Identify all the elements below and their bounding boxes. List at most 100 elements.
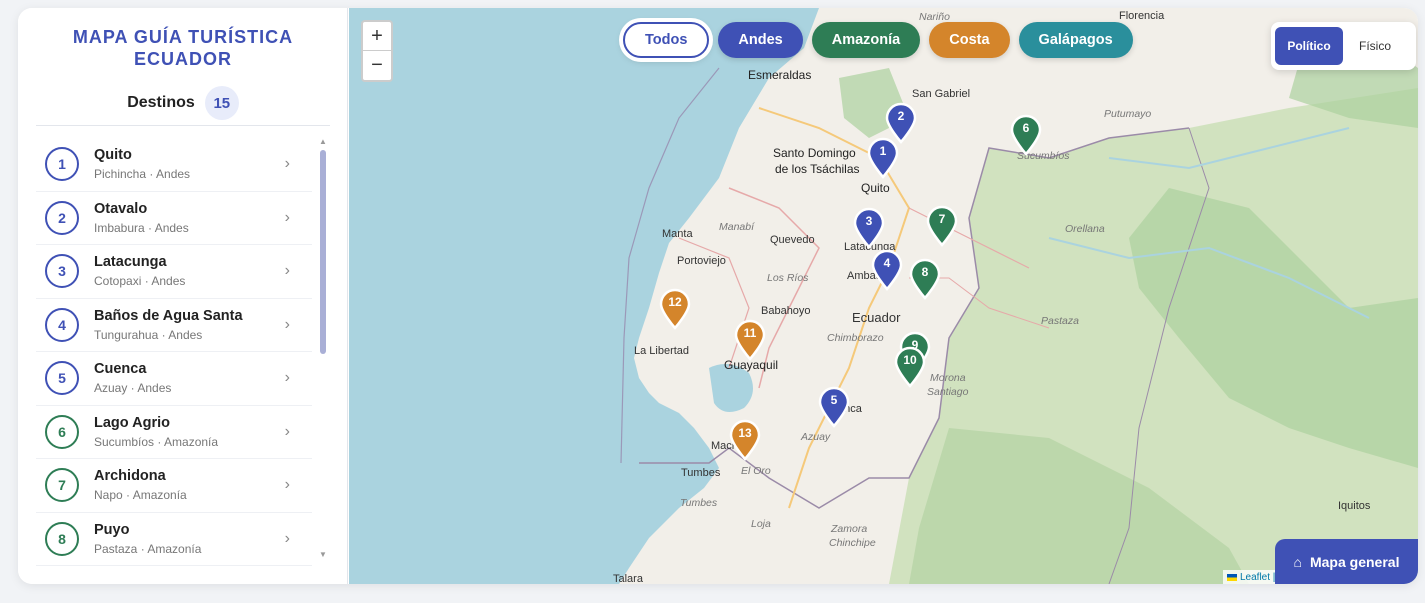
destination-subtitle: Cotopaxi · Andes: [94, 274, 186, 289]
map-type-fisico-button[interactable]: Físico: [1343, 27, 1407, 65]
map-label-quevedo: Quevedo: [770, 234, 815, 246]
filter-todos-button[interactable]: Todos: [623, 22, 710, 58]
filter-costa-button[interactable]: Costa: [929, 22, 1010, 58]
destination-item[interactable]: 1 Quito Pichincha · Andes ›: [36, 138, 312, 192]
scroll-up-arrow[interactable]: ▲: [319, 138, 327, 146]
destination-number: 1: [45, 147, 79, 182]
map-marker-6[interactable]: 6: [1009, 114, 1043, 156]
marker-number: 3: [865, 214, 873, 228]
map-marker-5[interactable]: 5: [817, 386, 851, 428]
map-label-tumbes-region: Tumbes: [680, 497, 718, 509]
destination-number: 7: [45, 468, 79, 503]
chevron-right-icon: ›: [284, 262, 290, 280]
map-label-santiago: Santiago: [927, 386, 969, 398]
marker-number: 13: [738, 426, 752, 440]
map-background: [349, 8, 1418, 584]
map-panel[interactable]: Florencia Nariño Esmeraldas San Gabriel …: [349, 8, 1418, 584]
destination-item[interactable]: 6 Lago Agrio Sucumbíos · Amazonía ›: [36, 406, 312, 459]
scroll-down-arrow[interactable]: ▼: [319, 551, 327, 559]
chevron-right-icon: ›: [284, 155, 290, 173]
map-label-tsachilas: de los Tsáchilas: [775, 162, 860, 176]
destination-subtitle: Pastaza · Amazonía: [94, 541, 202, 556]
map-label-morona: Morona: [930, 372, 966, 384]
destination-name: Baños de Agua Santa: [94, 307, 243, 324]
marker-number: 4: [883, 256, 891, 270]
marker-number: 12: [668, 295, 682, 309]
map-marker-12[interactable]: 12: [658, 288, 692, 330]
map-marker-10[interactable]: 10: [893, 346, 927, 388]
map-label-la-libertad: La Libertad: [634, 345, 690, 357]
destination-name: Quito: [94, 147, 132, 164]
map-label-quito: Quito: [861, 181, 890, 195]
destination-item[interactable]: 2 Otavalo Imbabura · Andes ›: [36, 192, 312, 245]
map-marker-8[interactable]: 8: [908, 258, 942, 300]
map-marker-7[interactable]: 7: [925, 205, 959, 247]
general-map-label: Mapa general: [1309, 554, 1400, 570]
marker-number: 2: [897, 109, 905, 123]
map-marker-11[interactable]: 11: [733, 319, 767, 361]
map-attribution[interactable]: Leaflet |: [1223, 570, 1280, 584]
map-label-pastaza: Pastaza: [1041, 315, 1079, 327]
destination-item[interactable]: 7 Archidona Napo · Amazonía ›: [36, 459, 312, 513]
chevron-right-icon: ›: [284, 208, 290, 226]
destination-item[interactable]: 5 Cuenca Azuay · Andes ›: [36, 352, 312, 406]
destination-name: Cuenca: [94, 361, 147, 378]
map-type-toggle: Político Físico: [1271, 22, 1416, 70]
map-marker-13[interactable]: 13: [728, 419, 762, 461]
title-line-1: MAPA GUÍA TURÍSTICA: [72, 27, 294, 47]
map-label-chinchipe: Chinchipe: [829, 537, 876, 549]
general-map-button[interactable]: ⌂ Mapa general: [1275, 539, 1418, 584]
destinations-count-badge: 15: [204, 86, 239, 120]
page-title: MAPA GUÍA TURÍSTICA ECUADOR: [18, 26, 348, 70]
filter-amazonia-button[interactable]: Amazonía: [811, 22, 921, 58]
map-label-chimborazo: Chimborazo: [827, 332, 884, 344]
destinations-label: Destinos: [127, 94, 195, 111]
destination-number: 4: [45, 307, 79, 342]
ukraine-flag-icon: [1227, 573, 1237, 581]
destination-info: Quito Pichincha · Andes: [94, 146, 190, 182]
title-line-2: ECUADOR: [133, 49, 232, 69]
divider: [36, 125, 330, 126]
map-marker-4[interactable]: 4: [870, 249, 904, 291]
map-label-santo-domingo: Santo Domingo: [773, 146, 856, 160]
map-label-portoviejo: Portoviejo: [677, 255, 726, 267]
map-label-iquitos: Iquitos: [1338, 500, 1371, 512]
destination-name: Otavalo: [94, 200, 148, 217]
map-label-el-oro: El Oro: [741, 465, 771, 477]
destination-list[interactable]: 1 Quito Pichincha · Andes › 2 Otavalo Imbabura…: [36, 138, 312, 583]
chevron-right-icon: ›: [284, 369, 290, 387]
destination-subtitle: Imbabura · Andes: [94, 220, 189, 235]
destination-number: 6: [45, 414, 79, 449]
destination-item[interactable]: 3 Latacunga Cotopaxi · Andes ›: [36, 245, 312, 299]
filter-andes-button[interactable]: Andes: [718, 22, 803, 58]
chevron-right-icon: ›: [284, 315, 290, 333]
destination-info: Otavalo Imbabura · Andes: [94, 200, 189, 236]
map-marker-3[interactable]: 3: [852, 207, 886, 249]
destination-info: Lago Agrio Sucumbíos · Amazonía: [94, 414, 218, 450]
destination-name: Puyo: [94, 521, 130, 538]
map-label-putumayo: Putumayo: [1104, 108, 1152, 120]
destination-item[interactable]: 8 Puyo Pastaza · Amazonía ›: [36, 513, 312, 566]
map-marker-2[interactable]: 2: [884, 102, 918, 144]
map-label-babahoyo: Babahoyo: [761, 305, 811, 317]
destination-name: Latacunga: [94, 254, 167, 271]
destination-subtitle: Napo · Amazonía: [94, 488, 187, 503]
chevron-right-icon: ›: [284, 529, 290, 547]
zoom-control: + −: [361, 20, 393, 82]
scrollbar-thumb[interactable]: [320, 150, 326, 354]
destination-number: 8: [45, 521, 79, 556]
filter-galapagos-button[interactable]: Galápagos: [1018, 22, 1133, 58]
zoom-in-button[interactable]: +: [363, 22, 391, 51]
destination-number: 3: [45, 254, 79, 289]
zoom-out-button[interactable]: −: [363, 51, 391, 80]
destination-subtitle: Pichincha · Andes: [94, 167, 191, 182]
destination-info: Archidona Napo · Amazonía: [94, 467, 187, 503]
map-type-politico-button[interactable]: Político: [1275, 27, 1343, 65]
home-icon: ⌂: [1293, 554, 1302, 570]
attribution-text: Leaflet |: [1240, 571, 1276, 583]
destination-item[interactable]: 4 Baños de Agua Santa Tungurahua · Andes ›: [36, 299, 312, 352]
map-label-manta: Manta: [662, 228, 693, 240]
marker-number: 5: [830, 393, 838, 407]
map-label-manabi: Manabí: [719, 221, 755, 233]
destinations-header: Destinos 15: [18, 86, 348, 120]
